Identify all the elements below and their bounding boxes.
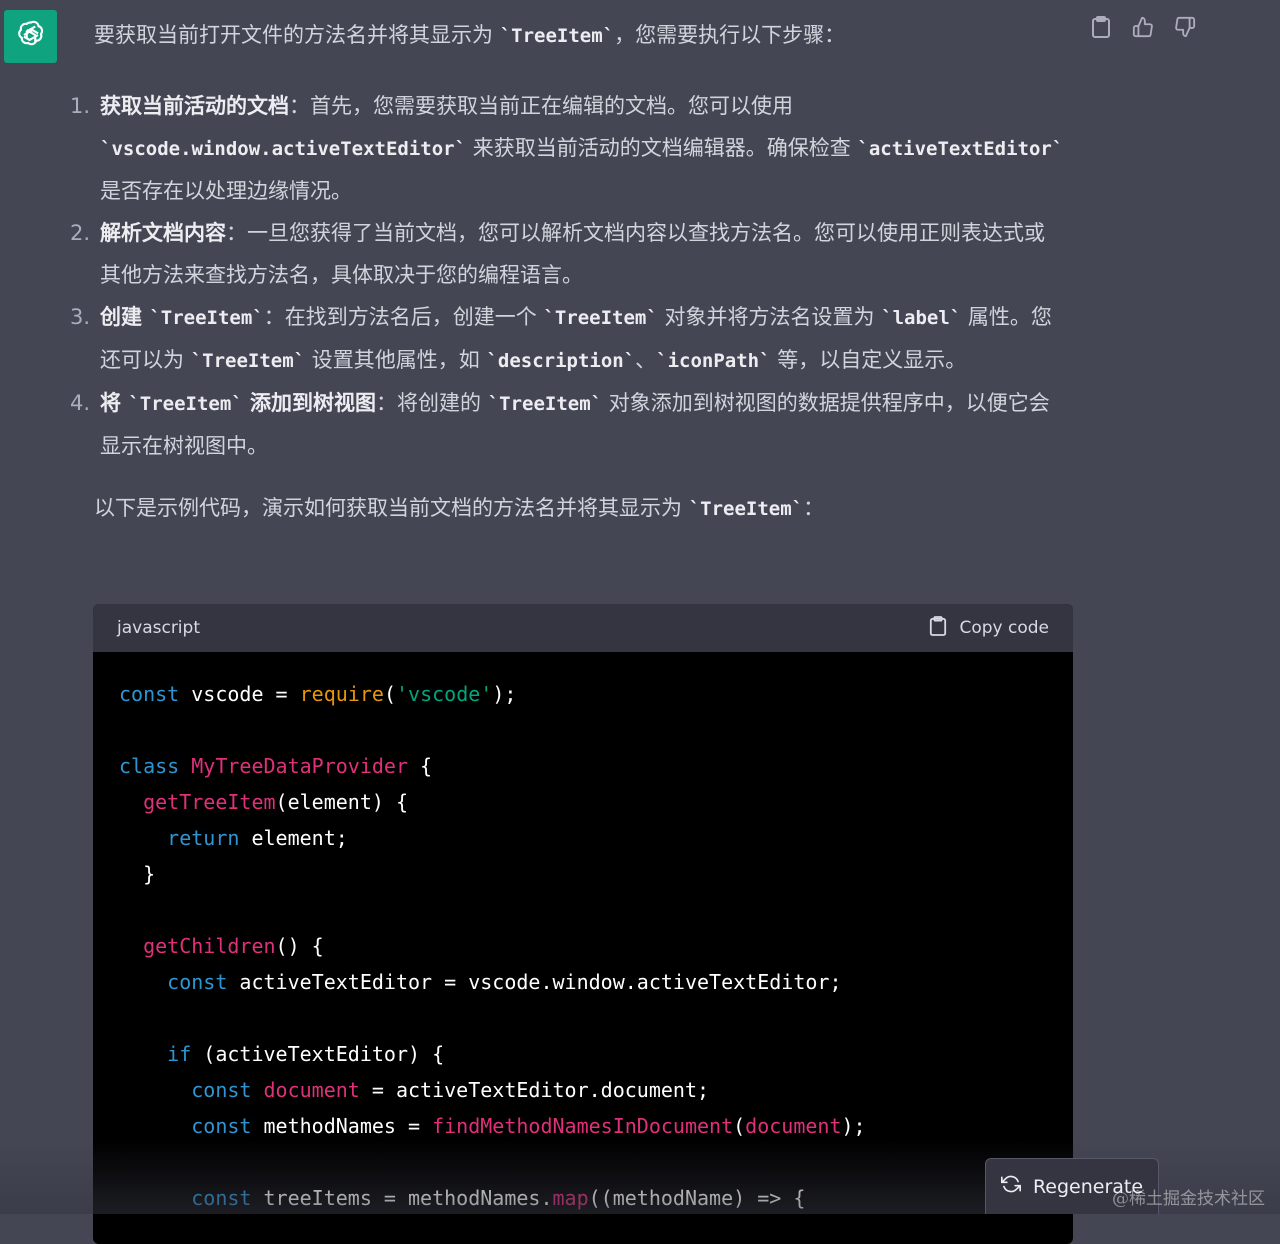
list-item: 4. 将 `TreeItem` 添加到树视图：将创建的 `TreeItem` 对… bbox=[70, 391, 1050, 458]
code-token: const bbox=[191, 1078, 252, 1102]
code-token: element; bbox=[239, 826, 348, 850]
inline-code: `iconPath` bbox=[656, 350, 771, 372]
inline-code: `TreeItem` bbox=[190, 350, 306, 372]
code-token: ( bbox=[383, 682, 396, 706]
code-token: ((methodName) => { bbox=[588, 1186, 806, 1210]
code-token: findMethodNamesInDocument bbox=[432, 1114, 734, 1138]
step-title: 创建 `TreeItem` bbox=[100, 305, 264, 329]
clipboard-icon bbox=[929, 615, 947, 642]
code-token: require bbox=[299, 682, 384, 706]
code-token: map bbox=[552, 1186, 589, 1210]
thumbs-down-icon[interactable] bbox=[1174, 14, 1196, 40]
code-token: } bbox=[119, 862, 156, 886]
watermark: @稀土掘金技术社区 bbox=[1112, 1189, 1265, 1209]
list-item: 2. 解析文档内容：一旦您获得了当前文档，您可以解析文档内容以查找方法名。您可以… bbox=[70, 221, 1045, 287]
code-token: const bbox=[119, 682, 180, 706]
assistant-message: 要获取当前打开文件的方法名并将其显示为 `TreeItem`，您需要执行以下步骤… bbox=[70, 14, 1074, 530]
code-token: ); bbox=[492, 682, 517, 706]
code-line: getTreeItem(element) { bbox=[119, 784, 1047, 820]
code-token: 'vscode' bbox=[395, 682, 493, 706]
copy-code-button[interactable]: Copy code bbox=[929, 615, 1049, 642]
inline-code: `vscode.window.activeTextEditor` bbox=[100, 138, 467, 160]
list-item: 1. 获取当前活动的文档：首先，您需要获取当前正在编辑的文档。您可以使用 `vs… bbox=[70, 94, 1064, 203]
clipboard-icon[interactable] bbox=[1090, 14, 1112, 40]
inline-code: `description` bbox=[486, 350, 636, 372]
inline-code: `activeTextEditor` bbox=[857, 138, 1064, 160]
code-token: treeItems = methodNames. bbox=[251, 1186, 553, 1210]
inline-code: `TreeItem` bbox=[499, 25, 615, 47]
copy-code-label: Copy code bbox=[959, 618, 1049, 638]
outro-paragraph: 以下是示例代码，演示如何获取当前文档的方法名并将其显示为 `TreeItem`： bbox=[94, 496, 825, 520]
refresh-icon bbox=[1000, 1174, 1021, 1199]
code-token: const bbox=[191, 1186, 252, 1210]
step-title: 将 `TreeItem` 添加到树视图 bbox=[100, 391, 377, 415]
code-token: vscode = bbox=[179, 682, 300, 706]
code-language-label: javascript bbox=[117, 618, 200, 638]
code-token: getChildren bbox=[143, 934, 276, 958]
code-token: (element) { bbox=[275, 790, 408, 814]
code-line: class MyTreeDataProvider { bbox=[119, 748, 1047, 784]
thumbs-up-icon[interactable] bbox=[1132, 14, 1154, 40]
step-title: 解析文档内容 bbox=[100, 221, 226, 245]
code-line: if (activeTextEditor) { bbox=[119, 1036, 1047, 1072]
code-token: ); bbox=[841, 1114, 866, 1138]
code-line: return element; bbox=[119, 820, 1047, 856]
code-token: const bbox=[167, 970, 228, 994]
code-token: class bbox=[119, 754, 180, 778]
code-line: const methodNames = findMethodNamesInDoc… bbox=[119, 1108, 1047, 1144]
code-token: getTreeItem bbox=[143, 790, 276, 814]
code-line: const treeItems = methodNames.map((metho… bbox=[119, 1180, 1047, 1216]
steps-list: 1. 获取当前活动的文档：首先，您需要获取当前正在编辑的文档。您可以使用 `vs… bbox=[70, 85, 1074, 467]
code-token: (activeTextEditor) { bbox=[191, 1042, 445, 1066]
inline-code: `label` bbox=[881, 307, 962, 329]
code-token: methodNames = bbox=[251, 1114, 433, 1138]
inline-code: `TreeItem` bbox=[487, 393, 603, 415]
inline-code: `TreeItem` bbox=[543, 307, 658, 329]
code-line: const activeTextEditor = vscode.window.a… bbox=[119, 964, 1047, 1000]
code-line: getChildren() { bbox=[119, 928, 1047, 964]
assistant-avatar bbox=[4, 10, 57, 63]
code-token: document bbox=[745, 1114, 842, 1138]
code-token: return bbox=[167, 826, 240, 850]
code-token: const bbox=[191, 1114, 252, 1138]
inline-code: `TreeItem` bbox=[688, 498, 804, 520]
step-title: 获取当前活动的文档 bbox=[100, 94, 289, 118]
list-item: 3. 创建 `TreeItem`：在找到方法名后，创建一个 `TreeItem`… bbox=[70, 305, 1052, 372]
code-line: } bbox=[119, 856, 1047, 892]
message-actions bbox=[1090, 14, 1196, 40]
code-token: MyTreeDataProvider bbox=[191, 754, 409, 778]
code-token: document bbox=[263, 1078, 360, 1102]
code-block-header: javascript Copy code bbox=[93, 604, 1073, 652]
code-token: = activeTextEditor.document; bbox=[359, 1078, 710, 1102]
code-line: const vscode = require('vscode'); bbox=[119, 676, 1047, 712]
openai-logo-icon bbox=[14, 18, 48, 56]
code-line: const document = activeTextEditor.docume… bbox=[119, 1072, 1047, 1108]
code-block: javascript Copy code const vscode = requ… bbox=[93, 604, 1073, 1244]
code-token: ( bbox=[733, 1114, 746, 1138]
code-content: const vscode = require('vscode'); class … bbox=[93, 652, 1073, 1240]
intro-paragraph: 要获取当前打开文件的方法名并将其显示为 `TreeItem`，您需要执行以下步骤… bbox=[94, 23, 846, 47]
code-token: { bbox=[408, 754, 433, 778]
code-token: () { bbox=[275, 934, 324, 958]
code-token: activeTextEditor = vscode.window.activeT… bbox=[227, 970, 842, 994]
code-token: if bbox=[167, 1042, 192, 1066]
